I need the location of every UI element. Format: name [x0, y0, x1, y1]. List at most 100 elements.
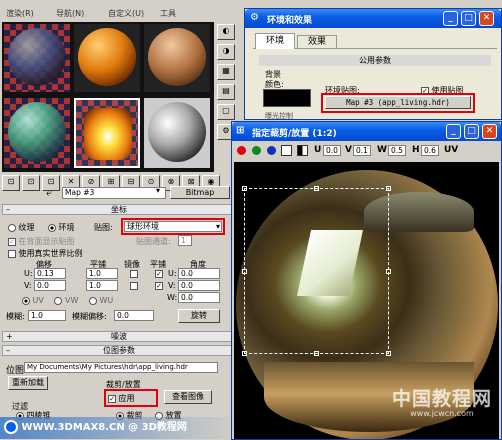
red-channel-icon[interactable] — [237, 146, 246, 155]
menu-item[interactable]: 自定义(U) — [108, 8, 144, 19]
sample-slot[interactable] — [4, 24, 70, 92]
u-tiling-field[interactable]: 1.0 — [86, 268, 118, 279]
close-icon[interactable]: ✕ — [479, 11, 494, 26]
minimize-icon[interactable]: _ — [443, 11, 458, 26]
u-field[interactable]: 0.0 — [323, 145, 341, 156]
maximize-icon[interactable]: □ — [464, 124, 479, 139]
env-tab-strip: 环境 效果 — [253, 33, 497, 49]
noise-rollout-header[interactable]: + 噪波 — [2, 331, 236, 342]
crop-rectangle[interactable] — [242, 186, 391, 356]
h-label: H — [412, 145, 420, 155]
env-map-button[interactable]: Map #3 (app_living.hdr) — [325, 96, 471, 109]
app-icon: ⚙ — [250, 12, 259, 23]
get-material-icon[interactable]: ⊡ — [2, 175, 20, 191]
uv-toggle[interactable]: UV — [444, 145, 458, 155]
blur-offset-field[interactable]: 0.0 — [114, 310, 154, 321]
tab-environment[interactable]: 环境 — [255, 33, 295, 49]
sample-slot[interactable] — [144, 98, 210, 168]
pick-material-icon[interactable]: ⤶ — [46, 186, 52, 200]
crop-handle[interactable] — [314, 186, 319, 191]
crop-handle[interactable] — [386, 351, 391, 356]
u-tiling-value: 1.0 — [89, 269, 101, 278]
map-type-button[interactable]: Bitmap — [170, 186, 230, 199]
angle-u-label: U: — [168, 269, 177, 278]
sample-type-icon[interactable]: ◐ — [217, 24, 235, 40]
maximize-icon[interactable]: □ — [461, 11, 476, 26]
u-label: U: — [24, 269, 33, 278]
blue-channel-icon[interactable] — [267, 146, 276, 155]
bitmap-rollout-header[interactable]: – 位图参数 — [2, 345, 236, 356]
w-label: W — [377, 145, 387, 155]
show-back-label: 在背面显示贴图 — [18, 237, 75, 246]
bitmap-path-button[interactable]: My Documents\My Pictures\hdr\app_living.… — [24, 362, 218, 373]
crop-handle[interactable] — [242, 351, 247, 356]
bg-color-swatch[interactable] — [263, 89, 311, 107]
crop-handle[interactable] — [314, 351, 319, 356]
sample-slot[interactable] — [74, 98, 140, 168]
rotate-button[interactable]: 旋转 — [178, 309, 220, 323]
common-params-title: 公用参数 — [359, 56, 391, 65]
site-logo-icon — [4, 420, 18, 434]
show-back-checkbox[interactable]: ✓ — [8, 237, 16, 246]
v-mirror-checkbox[interactable] — [130, 282, 138, 290]
view-image-button[interactable]: 查看图像 — [164, 390, 212, 404]
backlight-icon[interactable]: ◑ — [217, 44, 235, 60]
v-field[interactable]: 0.1 — [353, 145, 371, 156]
crop-handle[interactable] — [242, 269, 247, 274]
sample-slot[interactable] — [144, 24, 210, 92]
u-offset-field[interactable]: 0.13 — [34, 268, 66, 279]
uv-tiling-icon[interactable]: ▤ — [217, 84, 235, 100]
angle-v-label: V: — [168, 281, 176, 290]
u-mirror-checkbox[interactable] — [130, 270, 138, 278]
mapping-dropdown[interactable]: 球形环境 ▾ — [124, 221, 222, 232]
coords-rollout-header[interactable]: – 坐标 — [2, 204, 236, 215]
map-channel-field[interactable]: 1 — [178, 235, 192, 246]
wu-radio[interactable] — [88, 296, 97, 305]
menubar: 渲染(R) 导航(N) 自定义(U) 工具 — [0, 8, 238, 20]
close-icon[interactable]: ✕ — [482, 124, 497, 139]
watermark-logo: 中国教程网 www.jcwcn.com — [384, 384, 500, 418]
sample-slot[interactable] — [4, 98, 70, 168]
map-name-dropdown-icon[interactable]: ▾ — [156, 186, 160, 195]
alpha-channel-icon[interactable] — [281, 145, 292, 156]
crop-titlebar[interactable]: ⊞ 指定裁剪/放置 (1:2) _ □ ✕ — [232, 122, 501, 141]
background-icon[interactable]: ▦ — [217, 64, 235, 80]
w-angle-field[interactable]: 0.0 — [178, 292, 220, 303]
tab-effects[interactable]: 效果 — [297, 35, 337, 49]
menu-item[interactable]: 渲染(R) — [6, 8, 34, 19]
real-world-checkbox[interactable] — [8, 249, 16, 258]
vw-label: VW — [64, 296, 79, 305]
green-channel-icon[interactable] — [252, 146, 261, 155]
minimize-icon[interactable]: _ — [446, 124, 461, 139]
h-field[interactable]: 0.6 — [421, 145, 439, 156]
expand-icon: + — [6, 332, 13, 341]
crop-handle[interactable] — [386, 186, 391, 191]
v-angle-field[interactable]: 0.0 — [178, 280, 220, 291]
v-tile-checkbox[interactable]: ✓ — [155, 282, 163, 290]
mono-channel-icon[interactable] — [297, 145, 308, 156]
crop-handle[interactable] — [386, 269, 391, 274]
map-name-field[interactable]: Map #3 — [62, 187, 166, 199]
video-check-icon[interactable]: ▢ — [217, 104, 235, 120]
u-angle-field[interactable]: 0.0 — [178, 268, 220, 279]
vw-radio[interactable] — [54, 296, 63, 305]
common-params-header[interactable]: 公用参数 — [259, 55, 491, 66]
mapping-value: 球形环境 — [127, 222, 159, 231]
blur-field[interactable]: 1.0 — [28, 310, 66, 321]
put-to-scene-icon[interactable]: ⊡ — [22, 175, 40, 191]
u-tile-checkbox[interactable]: ✓ — [155, 270, 163, 278]
menu-item[interactable]: 工具 — [160, 8, 176, 19]
menu-item[interactable]: 导航(N) — [56, 8, 84, 19]
sample-slot[interactable] — [74, 24, 140, 92]
w-field[interactable]: 0.5 — [388, 145, 406, 156]
reload-button[interactable]: 重新加载 — [8, 376, 48, 390]
uv-radio[interactable] — [22, 296, 30, 305]
environ-radio[interactable] — [48, 223, 56, 232]
apply-checkbox[interactable]: ✓ — [108, 394, 116, 403]
crop-handle[interactable] — [242, 186, 247, 191]
texture-radio[interactable] — [8, 223, 16, 232]
v-tiling-field[interactable]: 1.0 — [86, 280, 118, 291]
env-titlebar[interactable]: ⚙ 环境和效果 _ □ ✕ — [245, 9, 501, 28]
v-offset-field[interactable]: 0.0 — [34, 280, 66, 291]
bitmap-params-title: 位图参数 — [103, 346, 135, 355]
